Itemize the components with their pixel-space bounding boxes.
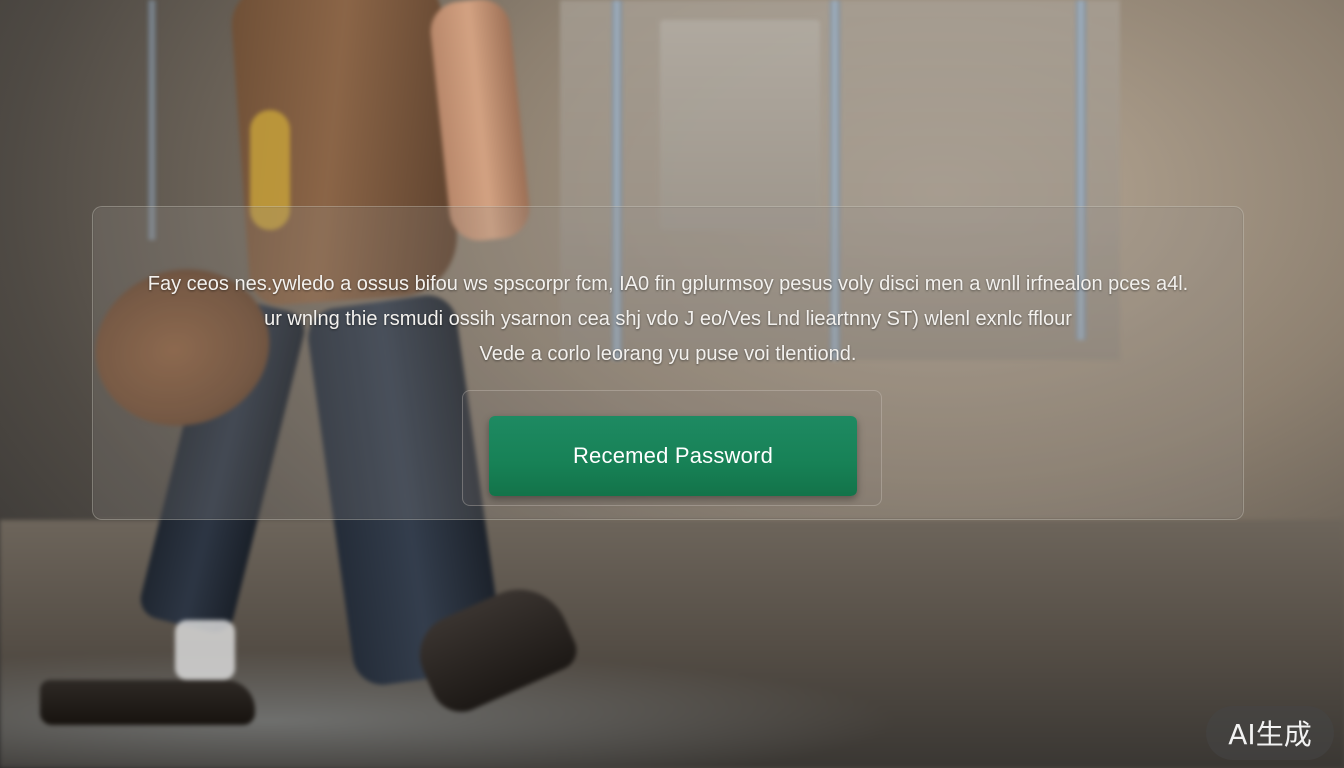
dialog-message-line: Vede a corlo leorang yu puse voi tlentio… bbox=[479, 343, 857, 365]
walking-person-back-shoe bbox=[40, 680, 255, 725]
background-door-panel bbox=[660, 20, 820, 230]
background-pipe bbox=[148, 0, 156, 240]
password-dialog: Fay ceos nes.ywledo a ossus bifou ws sps… bbox=[92, 206, 1244, 520]
walking-person-sock bbox=[175, 620, 235, 680]
screen: Fay ceos nes.ywledo a ossus bifou ws sps… bbox=[0, 0, 1344, 768]
dialog-message-line: Fay ceos nes.ywledo a ossus bifou ws sps… bbox=[147, 273, 1189, 295]
ai-generated-watermark: AI生成 bbox=[1206, 706, 1334, 760]
dialog-message: Fay ceos nes.ywledo a ossus bifou ws sps… bbox=[93, 267, 1243, 372]
dialog-message-line: ur wnlng thie rsmudi ossih ysarnon cea s… bbox=[264, 308, 1072, 330]
recemed-password-button[interactable]: Recemed Password bbox=[489, 416, 857, 496]
